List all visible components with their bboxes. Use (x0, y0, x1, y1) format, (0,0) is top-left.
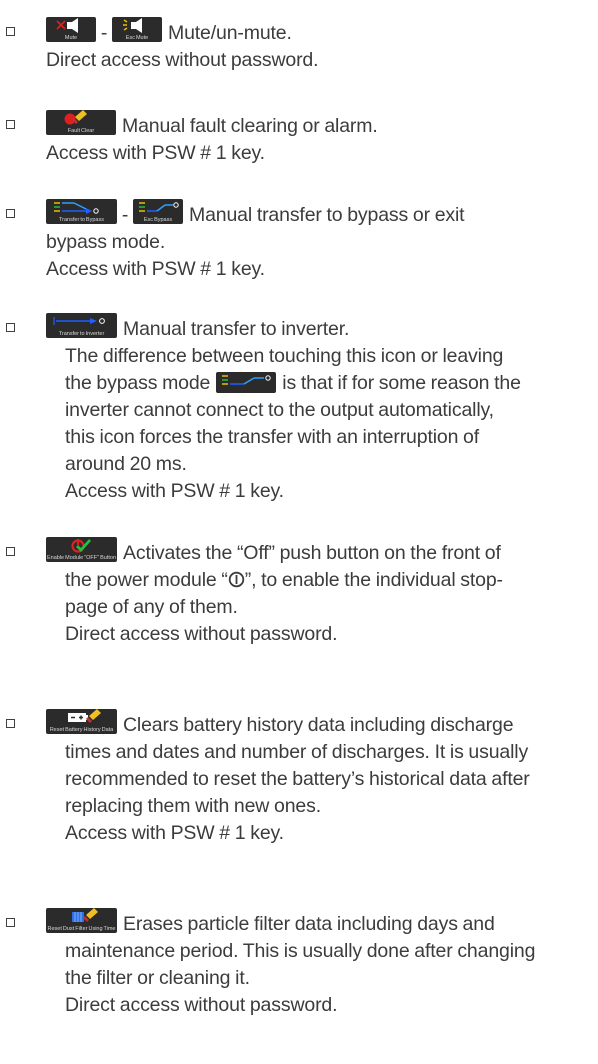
checkbox-bullet (6, 209, 15, 218)
body-line: times and dates and number of discharges… (65, 741, 529, 763)
access-note: Access with PSW # 1 key. (65, 480, 284, 502)
document-page: Mute - Esc Mute Mute/un-mute. Direct acc… (0, 0, 598, 1064)
transfer-to-bypass-icon[interactable]: Transfer to Bypass (46, 199, 117, 224)
access-note: Direct access without password. (65, 994, 338, 1016)
body-line: the filter or cleaning it. (65, 967, 250, 989)
body-line: the bypass mode (65, 372, 211, 394)
body-line: is that if for some reason the (282, 372, 521, 394)
access-note: Direct access without password. (65, 623, 338, 645)
separator: - (100, 22, 108, 44)
access-note: Access with PSW # 1 key. (46, 258, 265, 280)
checkbox-bullet (6, 323, 15, 332)
reset-battery-history-heading: Clears battery history data including di… (123, 714, 514, 736)
fault-clear-heading: Manual fault clearing or alarm. (122, 115, 378, 137)
mute-heading: Mute/un-mute. (168, 22, 292, 44)
body-line: replacing them with new ones. (65, 795, 321, 817)
transfer-to-inverter-icon[interactable]: Transfer to Inverter (46, 313, 117, 338)
checkbox-bullet (6, 120, 15, 129)
reset-battery-history-icon[interactable]: Reset Battery History Data (46, 709, 117, 734)
body-line: The difference between touching this ico… (65, 345, 504, 367)
access-note: Direct access without password. (46, 49, 319, 71)
checkbox-bullet (6, 547, 15, 556)
body-line: inverter cannot connect to the output au… (65, 399, 494, 421)
body-line: maintenance period. This is usually done… (65, 940, 536, 962)
enable-module-off-heading: Activates the “Off” push button on the f… (123, 542, 501, 564)
body-line: this icon forces the transfer with an in… (65, 426, 480, 448)
separator: - (121, 204, 129, 226)
access-note: Access with PSW # 1 key. (65, 822, 284, 844)
bypass-mode-icon (216, 372, 277, 393)
body-line: ”, to enable the individual stop- (244, 569, 503, 591)
access-note: Access with PSW # 1 key. (46, 142, 265, 164)
esc-bypass-icon[interactable]: Esc Bypass (133, 199, 183, 224)
fault-clear-icon[interactable]: Fault Clear (46, 110, 116, 135)
checkbox-bullet (6, 719, 15, 728)
esc-mute-icon[interactable]: Esc Mute (112, 17, 162, 42)
checkbox-bullet (6, 27, 15, 36)
transfer-to-inverter-heading: Manual transfer to inverter. (123, 318, 350, 340)
body-line: bypass mode. (46, 231, 166, 253)
transfer-to-bypass-heading: Manual transfer to bypass or exit (189, 204, 465, 226)
reset-dust-filter-icon[interactable]: Reset Dust Filter Using Time (46, 908, 117, 933)
enable-module-off-icon[interactable]: Enable Module "OFF" Button (46, 537, 117, 562)
body-line: page of any of them. (65, 596, 238, 618)
body-line: around 20 ms. (65, 453, 187, 475)
body-line: recommended to reset the battery’s histo… (65, 768, 530, 790)
body-line: the power module “ (65, 569, 228, 591)
mute-icon[interactable]: Mute (46, 17, 96, 42)
power-button-icon (228, 571, 244, 588)
reset-dust-filter-heading: Erases particle filter data including da… (123, 913, 495, 935)
checkbox-bullet (6, 918, 15, 927)
